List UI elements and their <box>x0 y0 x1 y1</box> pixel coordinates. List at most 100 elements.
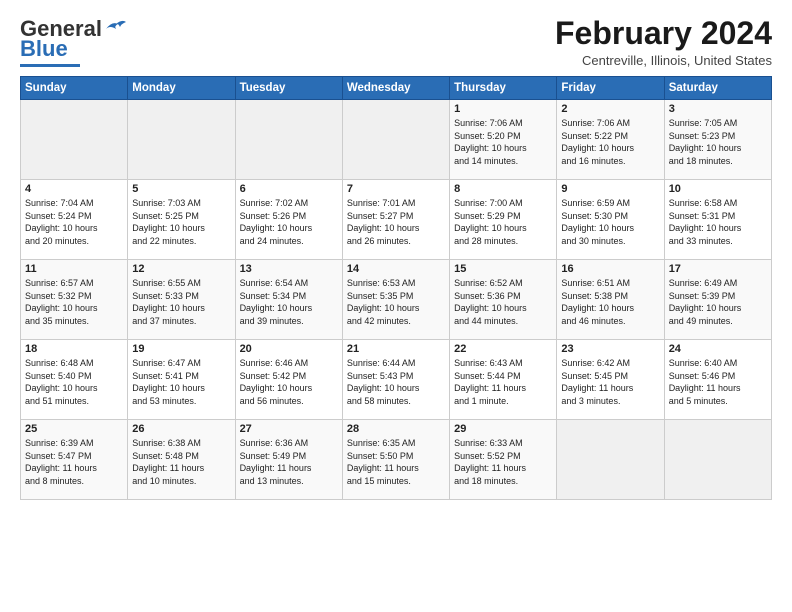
week-row-5: 25 Sunrise: 6:39 AM Sunset: 5:47 PM Dayli… <box>21 420 772 500</box>
calendar-cell: 9 Sunrise: 6:59 AM Sunset: 5:30 PM Daylig… <box>557 180 664 260</box>
day-number: 16 <box>561 263 659 275</box>
calendar-cell: 15 Sunrise: 6:52 AM Sunset: 5:36 PM Dayli… <box>450 260 557 340</box>
calendar-cell: 24 Sunrise: 6:40 AM Sunset: 5:46 PM Dayli… <box>664 340 771 420</box>
day-info: Sunrise: 6:55 AM Sunset: 5:33 PM Dayligh… <box>132 277 230 327</box>
day-number: 14 <box>347 263 445 275</box>
calendar-page: General Blue February 2024 Centreville, … <box>0 0 792 612</box>
day-info: Sunrise: 6:59 AM Sunset: 5:30 PM Dayligh… <box>561 197 659 247</box>
week-row-2: 4Sunrise: 7:04 AM Sunset: 5:24 PM Daylig… <box>21 180 772 260</box>
calendar-cell: 11 Sunrise: 6:57 AM Sunset: 5:32 PM Dayli… <box>21 260 128 340</box>
location: Centreville, Illinois, United States <box>555 53 772 68</box>
col-header-saturday: Saturday <box>664 77 771 100</box>
day-info: Sunrise: 7:00 AM Sunset: 5:29 PM Dayligh… <box>454 197 552 247</box>
day-info: Sunrise: 7:06 AM Sunset: 5:20 PM Dayligh… <box>454 117 552 167</box>
day-number: 26 <box>132 423 230 435</box>
day-info: Sunrise: 7:01 AM Sunset: 5:27 PM Dayligh… <box>347 197 445 247</box>
header: General Blue February 2024 Centreville, … <box>20 16 772 68</box>
day-number: 28 <box>347 423 445 435</box>
day-info: Sunrise: 6:58 AM Sunset: 5:31 PM Dayligh… <box>669 197 767 247</box>
day-info: Sunrise: 6:52 AM Sunset: 5:36 PM Dayligh… <box>454 277 552 327</box>
day-info: Sunrise: 6:36 AM Sunset: 5:49 PM Dayligh… <box>240 437 338 487</box>
day-info: Sunrise: 7:04 AM Sunset: 5:24 PM Dayligh… <box>25 197 123 247</box>
day-number: 12 <box>132 263 230 275</box>
col-header-wednesday: Wednesday <box>342 77 449 100</box>
day-info: Sunrise: 6:48 AM Sunset: 5:40 PM Dayligh… <box>25 357 123 407</box>
calendar-cell: 14 Sunrise: 6:53 AM Sunset: 5:35 PM Dayli… <box>342 260 449 340</box>
week-row-1: 1Sunrise: 7:06 AM Sunset: 5:20 PM Daylig… <box>21 100 772 180</box>
calendar-cell: 2Sunrise: 7:06 AM Sunset: 5:22 PM Daylig… <box>557 100 664 180</box>
col-header-sunday: Sunday <box>21 77 128 100</box>
calendar-cell: 19Sunrise: 6:47 AM Sunset: 5:41 PM Dayli… <box>128 340 235 420</box>
day-info: Sunrise: 6:44 AM Sunset: 5:43 PM Dayligh… <box>347 357 445 407</box>
day-number: 8 <box>454 183 552 195</box>
day-number: 11 <box>25 263 123 275</box>
day-number: 18 <box>25 343 123 355</box>
calendar-cell: 1Sunrise: 7:06 AM Sunset: 5:20 PM Daylig… <box>450 100 557 180</box>
day-info: Sunrise: 7:03 AM Sunset: 5:25 PM Dayligh… <box>132 197 230 247</box>
day-info: Sunrise: 6:49 AM Sunset: 5:39 PM Dayligh… <box>669 277 767 327</box>
logo-blue-text: Blue <box>20 36 68 62</box>
day-info: Sunrise: 6:42 AM Sunset: 5:45 PM Dayligh… <box>561 357 659 407</box>
day-info: Sunrise: 7:02 AM Sunset: 5:26 PM Dayligh… <box>240 197 338 247</box>
day-number: 19 <box>132 343 230 355</box>
month-title: February 2024 <box>555 16 772 51</box>
calendar-cell: 18 Sunrise: 6:48 AM Sunset: 5:40 PM Dayli… <box>21 340 128 420</box>
day-info: Sunrise: 6:40 AM Sunset: 5:46 PM Dayligh… <box>669 357 767 407</box>
day-number: 22 <box>454 343 552 355</box>
calendar-cell: 16 Sunrise: 6:51 AM Sunset: 5:38 PM Dayli… <box>557 260 664 340</box>
calendar-cell <box>664 420 771 500</box>
day-number: 25 <box>25 423 123 435</box>
day-number: 9 <box>561 183 659 195</box>
day-info: Sunrise: 6:53 AM Sunset: 5:35 PM Dayligh… <box>347 277 445 327</box>
calendar-cell: 20Sunrise: 6:46 AM Sunset: 5:42 PM Dayli… <box>235 340 342 420</box>
day-number: 27 <box>240 423 338 435</box>
calendar-cell: 6 Sunrise: 7:02 AM Sunset: 5:26 PM Daylig… <box>235 180 342 260</box>
day-info: Sunrise: 6:39 AM Sunset: 5:47 PM Dayligh… <box>25 437 123 487</box>
day-info: Sunrise: 6:46 AM Sunset: 5:42 PM Dayligh… <box>240 357 338 407</box>
calendar-cell: 23 Sunrise: 6:42 AM Sunset: 5:45 PM Dayli… <box>557 340 664 420</box>
col-header-thursday: Thursday <box>450 77 557 100</box>
calendar-cell: 5 Sunrise: 7:03 AM Sunset: 5:25 PM Daylig… <box>128 180 235 260</box>
logo-underline <box>20 64 80 67</box>
day-number: 13 <box>240 263 338 275</box>
calendar-cell: 4Sunrise: 7:04 AM Sunset: 5:24 PM Daylig… <box>21 180 128 260</box>
calendar-cell: 13 Sunrise: 6:54 AM Sunset: 5:34 PM Dayli… <box>235 260 342 340</box>
calendar-cell: 7 Sunrise: 7:01 AM Sunset: 5:27 PM Daylig… <box>342 180 449 260</box>
calendar-table: SundayMondayTuesdayWednesdayThursdayFrid… <box>20 76 772 500</box>
day-info: Sunrise: 6:38 AM Sunset: 5:48 PM Dayligh… <box>132 437 230 487</box>
week-row-3: 11 Sunrise: 6:57 AM Sunset: 5:32 PM Dayli… <box>21 260 772 340</box>
day-number: 24 <box>669 343 767 355</box>
day-info: Sunrise: 6:35 AM Sunset: 5:50 PM Dayligh… <box>347 437 445 487</box>
day-info: Sunrise: 6:51 AM Sunset: 5:38 PM Dayligh… <box>561 277 659 327</box>
calendar-cell: 10Sunrise: 6:58 AM Sunset: 5:31 PM Dayli… <box>664 180 771 260</box>
calendar-cell: 8 Sunrise: 7:00 AM Sunset: 5:29 PM Daylig… <box>450 180 557 260</box>
calendar-cell <box>128 100 235 180</box>
calendar-cell: 3Sunrise: 7:05 AM Sunset: 5:23 PM Daylig… <box>664 100 771 180</box>
day-number: 5 <box>132 183 230 195</box>
day-number: 7 <box>347 183 445 195</box>
day-number: 21 <box>347 343 445 355</box>
day-number: 6 <box>240 183 338 195</box>
calendar-cell: 26 Sunrise: 6:38 AM Sunset: 5:48 PM Dayli… <box>128 420 235 500</box>
calendar-cell: 17 Sunrise: 6:49 AM Sunset: 5:39 PM Dayli… <box>664 260 771 340</box>
title-block: February 2024 Centreville, Illinois, Uni… <box>555 16 772 68</box>
calendar-cell <box>342 100 449 180</box>
week-row-4: 18 Sunrise: 6:48 AM Sunset: 5:40 PM Dayli… <box>21 340 772 420</box>
day-number: 2 <box>561 103 659 115</box>
calendar-cell <box>557 420 664 500</box>
day-info: Sunrise: 6:57 AM Sunset: 5:32 PM Dayligh… <box>25 277 123 327</box>
calendar-cell: 12 Sunrise: 6:55 AM Sunset: 5:33 PM Dayli… <box>128 260 235 340</box>
day-info: Sunrise: 6:54 AM Sunset: 5:34 PM Dayligh… <box>240 277 338 327</box>
calendar-cell: 27 Sunrise: 6:36 AM Sunset: 5:49 PM Dayli… <box>235 420 342 500</box>
day-number: 3 <box>669 103 767 115</box>
day-number: 29 <box>454 423 552 435</box>
calendar-cell: 29Sunrise: 6:33 AM Sunset: 5:52 PM Dayli… <box>450 420 557 500</box>
calendar-cell: 25 Sunrise: 6:39 AM Sunset: 5:47 PM Dayli… <box>21 420 128 500</box>
day-number: 15 <box>454 263 552 275</box>
col-header-monday: Monday <box>128 77 235 100</box>
day-number: 23 <box>561 343 659 355</box>
logo-bird-icon <box>104 19 126 35</box>
day-number: 17 <box>669 263 767 275</box>
col-header-friday: Friday <box>557 77 664 100</box>
calendar-cell <box>21 100 128 180</box>
